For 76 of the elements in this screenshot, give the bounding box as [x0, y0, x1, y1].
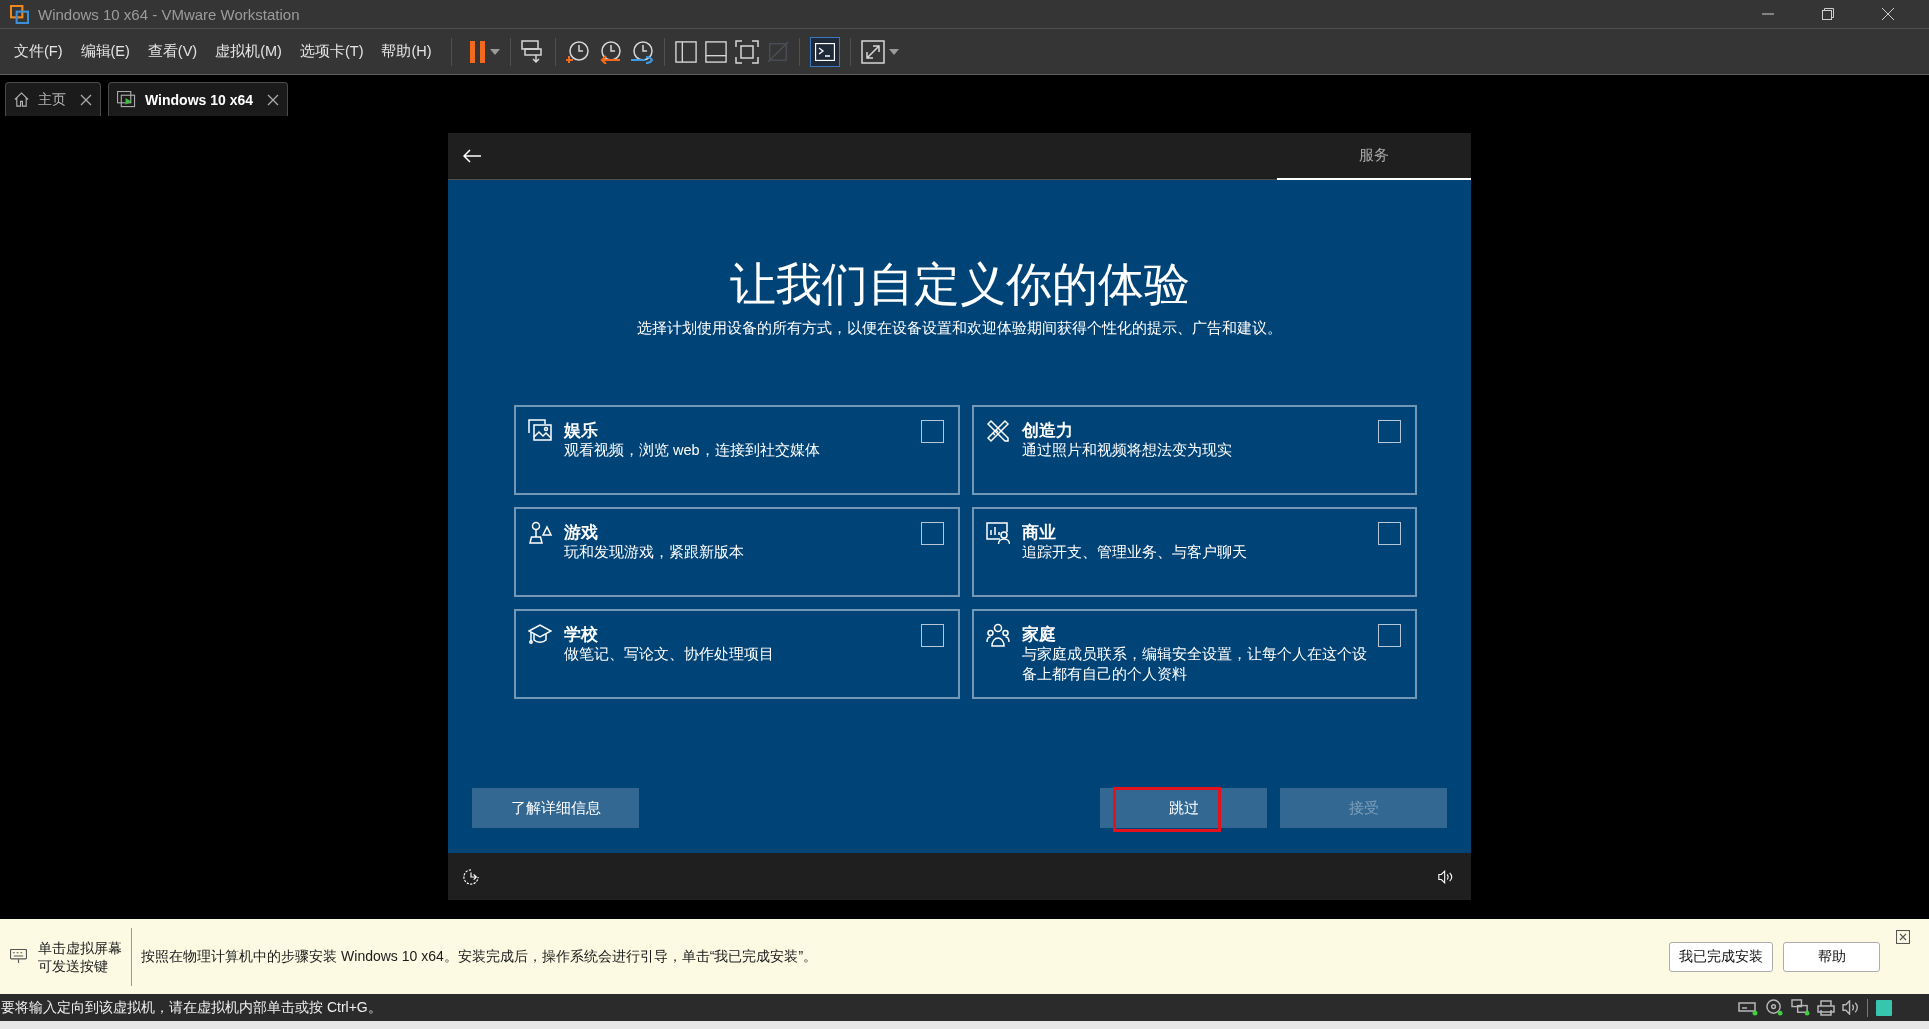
checkbox[interactable] [1378, 522, 1401, 545]
option-description: 通过照片和视频将想法变为现实 [1021, 441, 1233, 460]
boxes-down-arrow-icon[interactable] [520, 39, 545, 64]
window-play-icon [117, 91, 136, 108]
squares-logo-icon [10, 4, 29, 24]
close-icon[interactable] [1896, 930, 1910, 944]
menu-item[interactable]: 选项卡(T) [290, 38, 373, 65]
clock-plus-icon[interactable] [565, 39, 590, 64]
graduation-cap-icon [528, 623, 552, 645]
terminal-icon[interactable] [814, 42, 835, 61]
menu-item[interactable]: 查看(V) [138, 38, 207, 65]
caret-icon[interactable] [888, 48, 899, 55]
close-icon[interactable] [80, 93, 92, 106]
status-text: 要将输入定向到该虚拟机，请在虚拟机内部单击或按 Ctrl+G。 [0, 998, 383, 1017]
home-icon [14, 92, 29, 107]
option-description: 观看视频，浏览 web，连接到社交媒体 [564, 441, 821, 460]
fullscreen-frame-icon[interactable] [734, 39, 759, 64]
window-title: Windows 10 x64 - VMware Workstation [38, 5, 301, 23]
close-icon[interactable] [267, 93, 280, 106]
chart-person-icon [985, 521, 1010, 545]
option-title: 游戏 [564, 522, 599, 542]
option-description: 与家庭成员联系，编辑安全设置，让每个人在这个设备上都有自己的个人资料 [1021, 645, 1368, 684]
skip-button[interactable]: 跳过 [1100, 788, 1267, 828]
people-icon [985, 623, 1010, 647]
menu-item[interactable]: 文件(F) [5, 38, 72, 65]
page-subtitle: 选择计划使用设备的所有方式，以便在设备设置和欢迎体验期间获得个性化的提示、广告和建议。 [636, 319, 1283, 338]
clock-hook-icon[interactable] [629, 39, 654, 64]
option-title: 家庭 [1021, 624, 1057, 644]
pencil-ruler-icon [985, 419, 1010, 443]
bottom-panel-icon[interactable] [704, 40, 727, 63]
install-message: 按照在物理计算机中的步骤安装 Windows 10 x64。安装完成后，操作系统会进行引导，单击“我已完成安装”。 [141, 947, 819, 966]
learn-more-button[interactable]: 了解详细信息 [472, 788, 639, 828]
option-title: 娱乐 [564, 420, 599, 440]
checkbox[interactable] [1378, 420, 1401, 443]
page-heading: 让我们自定义你的体验 [728, 257, 1191, 312]
sidebar-layout-icon[interactable] [674, 40, 697, 63]
option-card[interactable]: 学校 做笔记、写论文、协作处理项目 [514, 609, 960, 699]
keyboard-icon [10, 949, 27, 964]
network-icon[interactable] [1791, 999, 1810, 1016]
option-card[interactable]: 商业 追踪开支、管理业务、与客户聊天 [971, 507, 1417, 597]
speaker-icon[interactable] [1438, 869, 1453, 884]
checkbox[interactable] [920, 522, 944, 545]
menu-item[interactable]: 编辑(E) [71, 38, 139, 65]
option-card[interactable]: 娱乐 观看视频，浏览 web，连接到社交媒体 [514, 405, 960, 495]
accessibility-icon[interactable] [463, 868, 479, 885]
tab[interactable]: Windows 10 x64 [108, 82, 289, 116]
pause-icon[interactable] [469, 40, 486, 63]
expand-arrows-icon[interactable] [860, 39, 885, 64]
menu-item[interactable]: 帮助(H) [372, 38, 441, 65]
hint-label: 单击虚拟屏幕可发送按键 [38, 938, 123, 975]
finish-install-button[interactable]: 我已完成安装 [1669, 941, 1773, 972]
caret-icon[interactable] [489, 48, 500, 55]
speaker-icon[interactable] [1842, 1000, 1859, 1015]
option-title: 商业 [1021, 522, 1057, 542]
option-card[interactable]: 创造力 通过照片和视频将想法变为现实 [971, 405, 1417, 495]
help-button[interactable]: 帮助 [1783, 941, 1880, 972]
pictures-icon [528, 419, 552, 441]
option-card[interactable]: 家庭 与家庭成员联系，编辑安全设置，让每个人在这个设备上都有自己的个人资料 [971, 609, 1417, 699]
checkbox[interactable] [920, 624, 944, 647]
option-title: 创造力 [1021, 420, 1074, 440]
option-title: 学校 [564, 624, 599, 644]
restore-icon[interactable] [1822, 8, 1834, 20]
joystick-icon [528, 521, 552, 545]
option-card[interactable]: 游戏 玩和发现游戏，紧跟新版本 [514, 507, 960, 597]
checkbox[interactable] [920, 420, 944, 443]
hard-disk-icon[interactable] [1738, 999, 1758, 1016]
option-description: 做笔记、写论文、协作处理项目 [564, 645, 775, 664]
tab[interactable]: 主页 [5, 82, 101, 116]
option-description: 玩和发现游戏，紧跟新版本 [564, 543, 745, 562]
checkbox[interactable] [1378, 624, 1401, 647]
disc-icon[interactable] [1765, 999, 1784, 1016]
printer-icon[interactable] [1817, 999, 1835, 1016]
back-arrow-icon[interactable] [463, 149, 481, 163]
menu-item[interactable]: 虚拟机(M) [206, 38, 291, 65]
option-description: 追踪开支、管理业务、与客户聊天 [1021, 543, 1248, 562]
square-icon[interactable] [1876, 999, 1892, 1016]
